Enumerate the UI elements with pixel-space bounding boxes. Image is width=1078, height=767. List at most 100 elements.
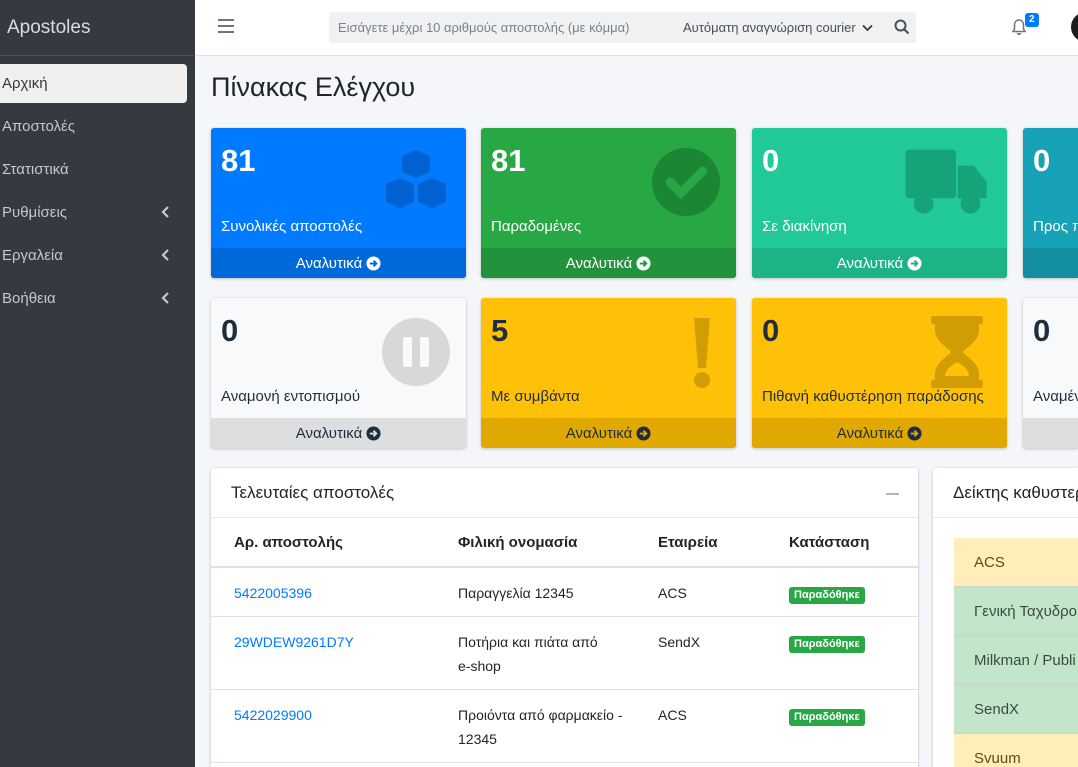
details-link[interactable] [1023,248,1078,278]
sidebar-item-tools[interactable]: Εργαλεία [0,236,187,275]
status-badge: Παραδόθηκε [789,635,865,653]
details-link[interactable]: Αναλυτικά [752,418,1007,448]
arrow-circle-right-icon [907,425,922,441]
table-header-row: Αρ. αποστολής Φιλική ονομασία Εταιρεία Κ… [211,518,918,568]
sidebar-item-label: Στατιστικά [2,161,69,178]
stat-label: Παραδομένες [491,218,582,235]
tracking-link[interactable]: 5422005396 [234,585,312,601]
stat-label: Προς π [1033,218,1078,235]
stat-value: 0 [762,143,780,178]
stat-label: Αναμέν [1033,388,1078,405]
arrow-circle-right-icon [636,255,651,271]
stat-label: Με συμβάντα [491,388,580,405]
stat-value: 81 [221,143,256,178]
column-header[interactable]: Αρ. αποστολής [211,518,458,568]
tracking-link[interactable]: 29WDEW9261D7Y [234,634,354,650]
details-link[interactable] [1023,418,1078,448]
stat-value: 0 [221,313,239,348]
sidebar-item-settings[interactable]: Ρυθμίσεις [0,193,187,232]
search-icon[interactable] [894,19,910,35]
stat-box-pending: 0 Προς π [1023,128,1078,278]
stat-box-awaiting-tracking: 0 Αναμονή εντοπισμού Αναλυτικά [211,298,466,448]
table-row: 29WDEW9261D7Y Ποτήρια και πιάτα από e-sh… [211,616,918,690]
sidebar-item-statistics[interactable]: Στατιστικά [0,150,187,189]
brand-title: Apostoles [7,16,91,38]
details-link[interactable]: Αναλυτικά [481,418,736,448]
status-badge: Παραδόθηκε [789,708,865,726]
company: SendX [658,616,789,690]
chevron-left-icon [161,249,169,261]
column-header[interactable]: Κατάσταση [789,518,918,568]
sidebar-item-label: Αποστολές [2,118,75,135]
chevron-left-icon [161,292,169,304]
sidebar-item-label: Βοήθεια [2,290,56,307]
details-link[interactable]: Αναλυτικά [211,248,466,278]
stat-label: Σε διακίνηση [762,218,847,235]
sidebar-item-home[interactable]: Αρχική [0,64,187,103]
friendly-name: Προιόντα από φαρμακείο - 12345 [458,689,658,763]
stat-value: 0 [1033,143,1051,178]
check-circle-icon [652,148,720,216]
stat-box-delivered: 81 Παραδομένες Αναλυτικά [481,128,736,278]
delay-index-card: Δείκτης καθυστερ ACS Γενική Ταχυδρο Milk… [933,468,1078,767]
list-item: ACS [954,538,1078,587]
sidebar-item-label: Αρχική [2,75,48,92]
minus-icon[interactable] [886,493,899,495]
notification-badge: 2 [1025,13,1039,27]
details-link[interactable]: Αναλυτικά [481,248,736,278]
details-link[interactable]: Αναλυτικά [211,418,466,448]
sidebar-nav: Αρχική Αποστολές Στατιστικά Ρυθμίσεις Ερ… [0,56,195,318]
column-header[interactable]: Φιλική ονομασία [458,518,658,568]
details-link-label: Αναλυτικά [565,424,633,442]
stat-label: Συνολικές αποστολές [221,218,363,235]
menu-toggle-icon[interactable] [218,19,234,33]
exclamation-icon [694,318,710,388]
sidebar-item-label: Εργαλεία [2,247,63,264]
status-badge: Παραδόθηκε [789,587,865,604]
courier-select-value: Αυτόματη αναγνώριση courier [683,20,856,35]
delay-index-list: ACS Γενική Ταχυδρο Milkman / Publi SendX… [954,538,1078,767]
stat-value: 0 [1033,313,1051,348]
card-title: Τελευταίες αποστολές [231,482,395,502]
courier-select[interactable]: Αυτόματη αναγνώριση courier [683,12,873,43]
tracking-search-input[interactable] [329,12,674,43]
details-link[interactable]: Αναλυτικά [752,248,1007,278]
friendly-name: Παραγγελία 12345 [458,567,658,617]
hourglass-icon [931,316,983,388]
sidebar-item-help[interactable]: Βοήθεια [0,279,187,318]
card-header: Τελευταίες αποστολές [211,468,918,518]
stat-value: 81 [491,143,526,178]
pause-circle-icon [382,318,450,386]
list-item: SendX [954,685,1078,734]
cubes-icon [386,150,446,208]
column-header[interactable]: Εταιρεία [658,518,789,568]
chevron-left-icon [161,206,169,218]
sidebar-item-label: Ρυθμίσεις [2,204,68,221]
brand-link[interactable]: Apostoles [0,0,195,56]
stat-box-total: 81 Συνολικές αποστολές Αναλυτικά [211,128,466,278]
stat-value: 5 [491,313,509,348]
recent-shipments-card: Τελευταίες αποστολές Αρ. αποστολής Φιλικ… [211,468,918,767]
details-link-label: Αναλυτικά [565,254,633,272]
stat-label: Πιθανή καθυστέρηση παράδοσης [762,388,984,405]
card-title: Δείκτης καθυστερ [953,482,1078,502]
list-item: Γενική Ταχυδρο [954,587,1078,636]
search-bar: Αυτόματη αναγνώριση courier [329,12,916,43]
table-row: 5422005396 Παραγγελία 12345 ACS Παραδόθη… [211,567,918,617]
truck-icon [905,149,987,214]
friendly-name: Ποτήρια και πιάτα από e-shop [458,616,658,690]
stat-label: Αναμονή εντοπισμού [221,388,361,405]
list-item: Milkman / Publi [954,636,1078,685]
tracking-link[interactable]: 5422029900 [234,707,312,723]
sidebar-item-shipments[interactable]: Αποστολές [0,107,187,146]
avatar[interactable] [1071,12,1078,42]
arrow-circle-right-icon [636,425,651,441]
arrow-circle-right-icon [366,425,381,441]
stat-box-with-events: 5 Με συμβάντα Αναλυτικά [481,298,736,448]
table-row: 5422029900 Προιόντα από φαρμακείο - 1234… [211,689,918,763]
stat-box-expected: 0 Αναμέν [1023,298,1078,448]
company: ACS [658,567,789,617]
chevron-down-icon [862,24,873,31]
page-title: Πίνακας Ελέγχου [211,72,416,102]
sidebar: Apostoles Αρχική Αποστολές Στατιστικά Ρυ… [0,0,195,767]
